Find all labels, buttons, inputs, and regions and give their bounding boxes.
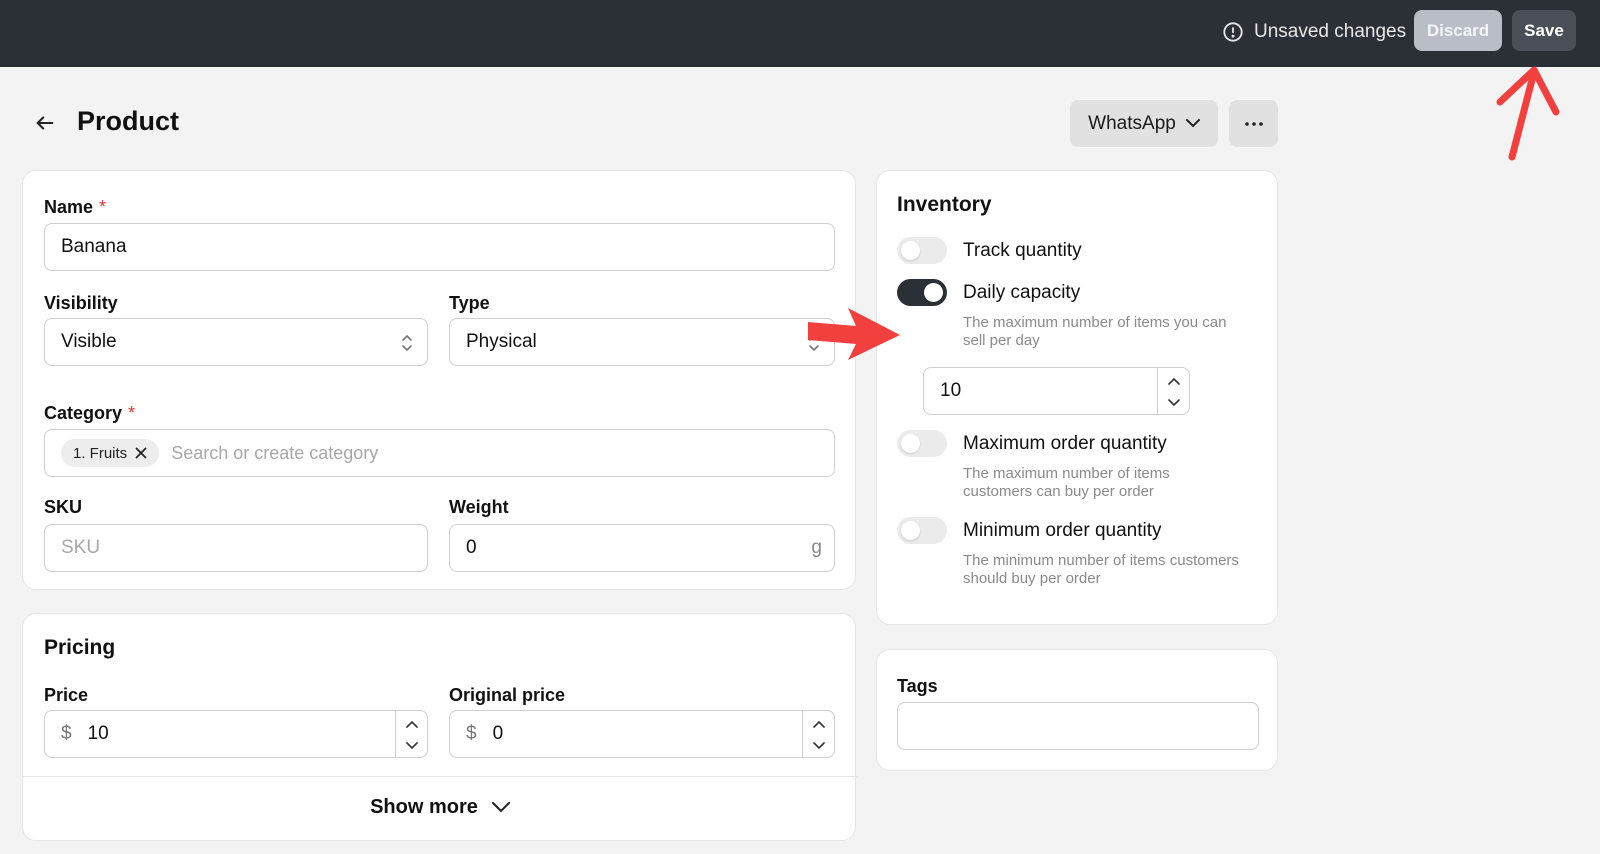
chevron-down-icon[interactable] xyxy=(813,742,825,750)
name-input[interactable]: Banana xyxy=(44,223,835,271)
type-label: Type xyxy=(449,293,490,313)
daily-capacity-toggle[interactable] xyxy=(897,279,947,306)
name-label: Name * xyxy=(44,197,107,217)
weight-value: 0 xyxy=(466,537,477,558)
category-placeholder: Search or create category xyxy=(171,442,379,463)
name-value: Banana xyxy=(61,236,127,257)
chevron-updown-icon xyxy=(402,334,412,352)
original-price-stepper[interactable] xyxy=(802,711,834,757)
toggle-knob xyxy=(901,434,920,453)
close-icon[interactable] xyxy=(135,447,147,459)
unsaved-changes-text: Unsaved changes xyxy=(1254,21,1407,42)
show-more-button[interactable]: Show more xyxy=(23,776,857,838)
required-marker: * xyxy=(99,197,107,217)
inventory-card: Inventory Track quantity Daily capacity … xyxy=(876,170,1278,625)
tags-input[interactable] xyxy=(897,702,1259,750)
inventory-title: Inventory xyxy=(897,193,992,216)
daily-capacity-description: The maximum number of items you can sell… xyxy=(963,314,1227,349)
ellipsis-icon xyxy=(1244,121,1263,126)
tags-card: Tags xyxy=(876,649,1278,771)
original-price-label: Original price xyxy=(449,685,566,705)
max-order-label: Maximum order quantity xyxy=(963,433,1167,454)
daily-capacity-label: Daily capacity xyxy=(963,282,1081,303)
required-marker: * xyxy=(128,403,136,423)
max-order-description: The maximum number of items customers ca… xyxy=(963,465,1170,500)
annotation-arrow-save xyxy=(1496,66,1560,161)
toggle-knob xyxy=(924,283,943,302)
weight-label: Weight xyxy=(449,497,509,517)
more-actions-button[interactable] xyxy=(1229,100,1278,147)
visibility-select[interactable]: Visible xyxy=(44,318,428,366)
channel-dropdown[interactable]: WhatsApp xyxy=(1070,100,1218,147)
min-order-description: The minimum number of items customers sh… xyxy=(963,552,1239,587)
chevron-updown-icon xyxy=(809,334,819,352)
weight-input[interactable]: 0 g xyxy=(449,524,835,572)
min-order-toggle[interactable] xyxy=(897,517,947,544)
toggle-knob xyxy=(901,241,920,260)
original-price-value: 0 xyxy=(492,723,504,744)
price-stepper[interactable] xyxy=(395,711,427,757)
visibility-label: Visibility xyxy=(44,293,118,313)
currency-symbol: $ xyxy=(466,723,477,744)
channel-label: WhatsApp xyxy=(1088,112,1176,134)
back-arrow-icon[interactable] xyxy=(34,112,56,134)
daily-capacity-stepper[interactable] xyxy=(1157,368,1189,414)
chevron-up-icon[interactable] xyxy=(406,720,418,728)
min-order-label: Minimum order quantity xyxy=(963,520,1162,541)
price-label: Price xyxy=(44,685,89,705)
max-order-toggle[interactable] xyxy=(897,430,947,457)
original-price-input[interactable]: $ 0 xyxy=(449,710,835,758)
category-input[interactable]: 1. Fruits Search or create category xyxy=(44,429,835,477)
discard-button[interactable]: Discard xyxy=(1414,10,1502,51)
page-title: Product xyxy=(77,106,180,136)
price-input[interactable]: $ 10 xyxy=(44,710,428,758)
visibility-value: Visible xyxy=(61,331,117,352)
daily-capacity-input[interactable]: 10 xyxy=(923,367,1190,415)
tags-label: Tags xyxy=(897,676,938,696)
track-quantity-label: Track quantity xyxy=(963,240,1082,261)
top-bar: Unsaved changes Discard Save xyxy=(0,0,1600,67)
unsaved-changes-indicator: Unsaved changes xyxy=(1222,20,1406,44)
pricing-card: Pricing Price $ 10 Original price $ 0 Sh… xyxy=(22,613,857,841)
category-chip-label: 1. Fruits xyxy=(73,444,128,462)
currency-symbol: $ xyxy=(61,723,72,744)
weight-unit: g xyxy=(811,537,822,558)
type-value: Physical xyxy=(466,331,537,352)
price-value: 10 xyxy=(87,723,109,744)
save-button[interactable]: Save xyxy=(1512,10,1576,51)
chevron-down-icon[interactable] xyxy=(1168,399,1180,407)
category-chip: 1. Fruits xyxy=(61,439,160,467)
chevron-up-icon[interactable] xyxy=(813,720,825,728)
type-select[interactable]: Physical xyxy=(449,318,835,366)
track-quantity-toggle[interactable] xyxy=(897,237,947,264)
category-label: Category * xyxy=(44,403,136,423)
info-circle-icon xyxy=(1223,22,1243,42)
chevron-down-icon xyxy=(1185,119,1200,128)
show-more-label: Show more xyxy=(370,796,478,818)
chevron-up-icon[interactable] xyxy=(1168,377,1180,385)
general-card: Name * Banana Visibility Visible Type Phy… xyxy=(22,170,856,590)
sku-input[interactable]: SKU xyxy=(44,524,428,572)
chevron-down-icon[interactable] xyxy=(406,742,418,750)
chevron-down-icon xyxy=(491,802,510,813)
toggle-knob xyxy=(901,521,920,540)
pricing-title: Pricing xyxy=(44,636,116,659)
sku-label: SKU xyxy=(44,497,83,517)
sku-placeholder: SKU xyxy=(61,537,101,558)
daily-capacity-value: 10 xyxy=(940,380,962,401)
